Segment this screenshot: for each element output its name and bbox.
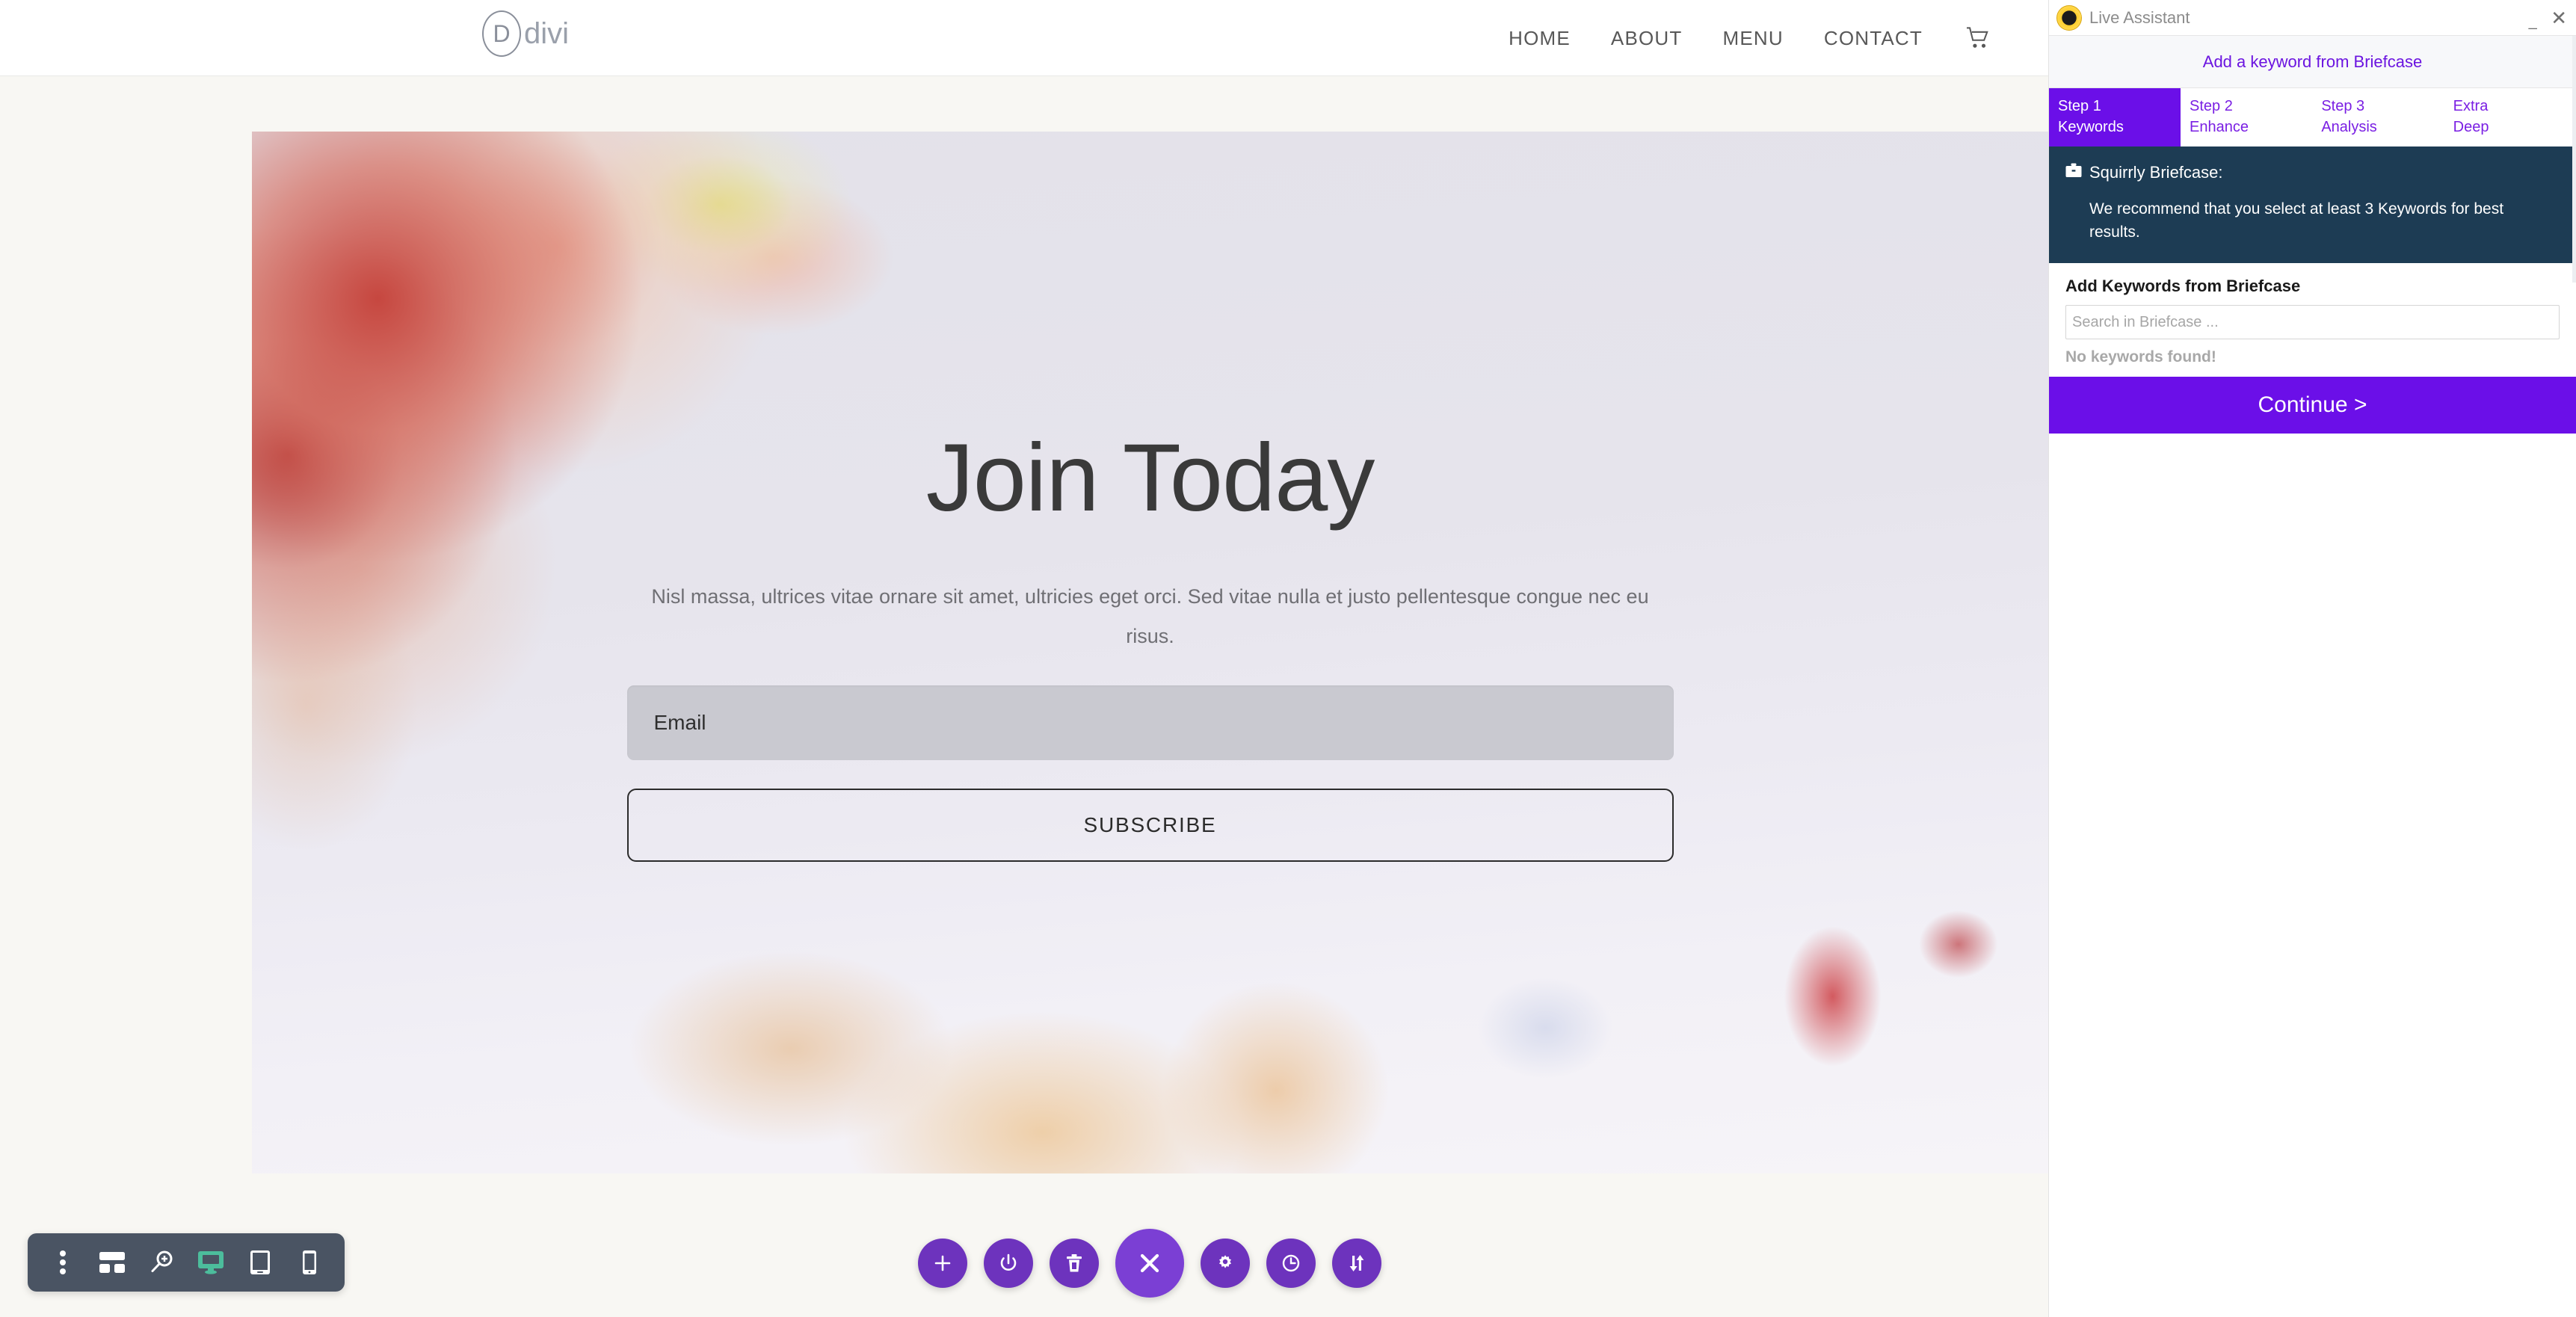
tab-step3-line1: Step 3	[2321, 98, 2365, 114]
window-controls: _ ✕	[2527, 0, 2567, 36]
nav-contact[interactable]: CONTACT	[1804, 27, 1943, 50]
close-builder-icon[interactable]	[1115, 1229, 1184, 1298]
briefcase-link-row: Add a keyword from Briefcase	[2049, 36, 2576, 88]
delete-icon[interactable]	[1050, 1239, 1099, 1288]
more-options-icon[interactable]	[38, 1238, 87, 1287]
briefcase-keywords-section: Add Keywords from Briefcase No keywords …	[2049, 263, 2576, 366]
continue-button[interactable]: Continue >	[2049, 377, 2576, 434]
live-assistant-header: Live Assistant _ ✕	[2049, 0, 2576, 36]
email-field[interactable]	[626, 685, 1674, 761]
sort-arrows-icon[interactable]	[1332, 1239, 1381, 1288]
site-header: D divi HOME ABOUT MENU CONTACT	[0, 0, 2048, 76]
tablet-view-icon[interactable]	[235, 1238, 285, 1287]
divi-logo-icon: D	[482, 10, 521, 57]
live-assistant-panel: Live Assistant _ ✕ Add a keyword from Br…	[2048, 0, 2576, 1317]
website-canvas: D divi HOME ABOUT MENU CONTACT Join Toda…	[0, 0, 2048, 1317]
no-keywords-found-message: No keywords found!	[2065, 348, 2216, 366]
page-title: Join Today	[925, 425, 1375, 531]
nav-menu[interactable]: MENU	[1703, 27, 1804, 50]
tab-step2-line2: Enhance	[2190, 119, 2249, 136]
builder-left-toolbar	[28, 1233, 345, 1292]
builder-center-toolbar	[918, 1229, 1381, 1298]
shopping-cart-icon[interactable]	[1943, 27, 2007, 49]
minimize-icon[interactable]: _	[2527, 7, 2539, 29]
desktop-view-icon[interactable]	[186, 1238, 235, 1287]
section-title: Add Keywords from Briefcase	[2065, 277, 2301, 296]
briefcase-info-panel: Squirrly Briefcase: We recommend that yo…	[2049, 146, 2576, 264]
live-assistant-tabs: Step 1 Keywords Step 2 Enhance Step 3 An…	[2049, 88, 2576, 146]
briefcase-info-text: We recommend that you select at least 3 …	[2089, 200, 2504, 241]
power-toggle-icon[interactable]	[984, 1239, 1033, 1288]
site-nav: HOME ABOUT MENU CONTACT	[1488, 0, 2007, 76]
nav-home[interactable]: HOME	[1488, 27, 1591, 50]
briefcase-icon	[2065, 163, 2082, 182]
zoom-out-icon[interactable]	[137, 1238, 186, 1287]
tab-step1-line2: Keywords	[2058, 119, 2124, 136]
tab-step1-line1: Step 1	[2058, 98, 2101, 114]
tab-step3-analysis[interactable]: Step 3 Analysis	[2312, 88, 2444, 146]
site-logo-text: divi	[524, 16, 570, 50]
close-icon[interactable]: ✕	[2551, 7, 2567, 29]
panel-scrollbar[interactable]	[2572, 36, 2576, 283]
tab-step1-keywords[interactable]: Step 1 Keywords	[2049, 88, 2181, 146]
hero-subtitle: Nisl massa, ultrices vitae ornare sit am…	[651, 585, 1649, 647]
live-assistant-title: Live Assistant	[2089, 7, 2190, 27]
hero-section: Join Today Nisl massa, ultrices vitae or…	[252, 132, 2048, 1173]
subscribe-button[interactable]: SUBSCRIBE	[626, 789, 1674, 863]
tab-extra-line2: Deep	[2453, 119, 2489, 136]
site-logo[interactable]: D divi	[482, 10, 569, 57]
phone-view-icon[interactable]	[285, 1238, 334, 1287]
tab-extra-deep[interactable]: Extra Deep	[2444, 88, 2576, 146]
squirrly-logo-icon	[2056, 4, 2082, 31]
briefcase-info-heading-text: Squirrly Briefcase:	[2089, 163, 2223, 182]
add-section-icon[interactable]	[918, 1239, 967, 1288]
tab-extra-line1: Extra	[2453, 98, 2489, 114]
tab-step2-enhance[interactable]: Step 2 Enhance	[2181, 88, 2313, 146]
nav-about[interactable]: ABOUT	[1591, 27, 1703, 50]
add-keyword-from-briefcase-link[interactable]: Add a keyword from Briefcase	[2203, 52, 2422, 72]
tab-step2-line1: Step 2	[2190, 98, 2233, 114]
wireframe-view-icon[interactable]	[87, 1238, 137, 1287]
settings-gear-icon[interactable]	[1201, 1239, 1250, 1288]
briefcase-info-heading: Squirrly Briefcase:	[2065, 163, 2557, 182]
tab-step3-line2: Analysis	[2321, 119, 2377, 136]
search-input[interactable]	[2065, 305, 2560, 340]
history-clock-icon[interactable]	[1266, 1239, 1316, 1288]
